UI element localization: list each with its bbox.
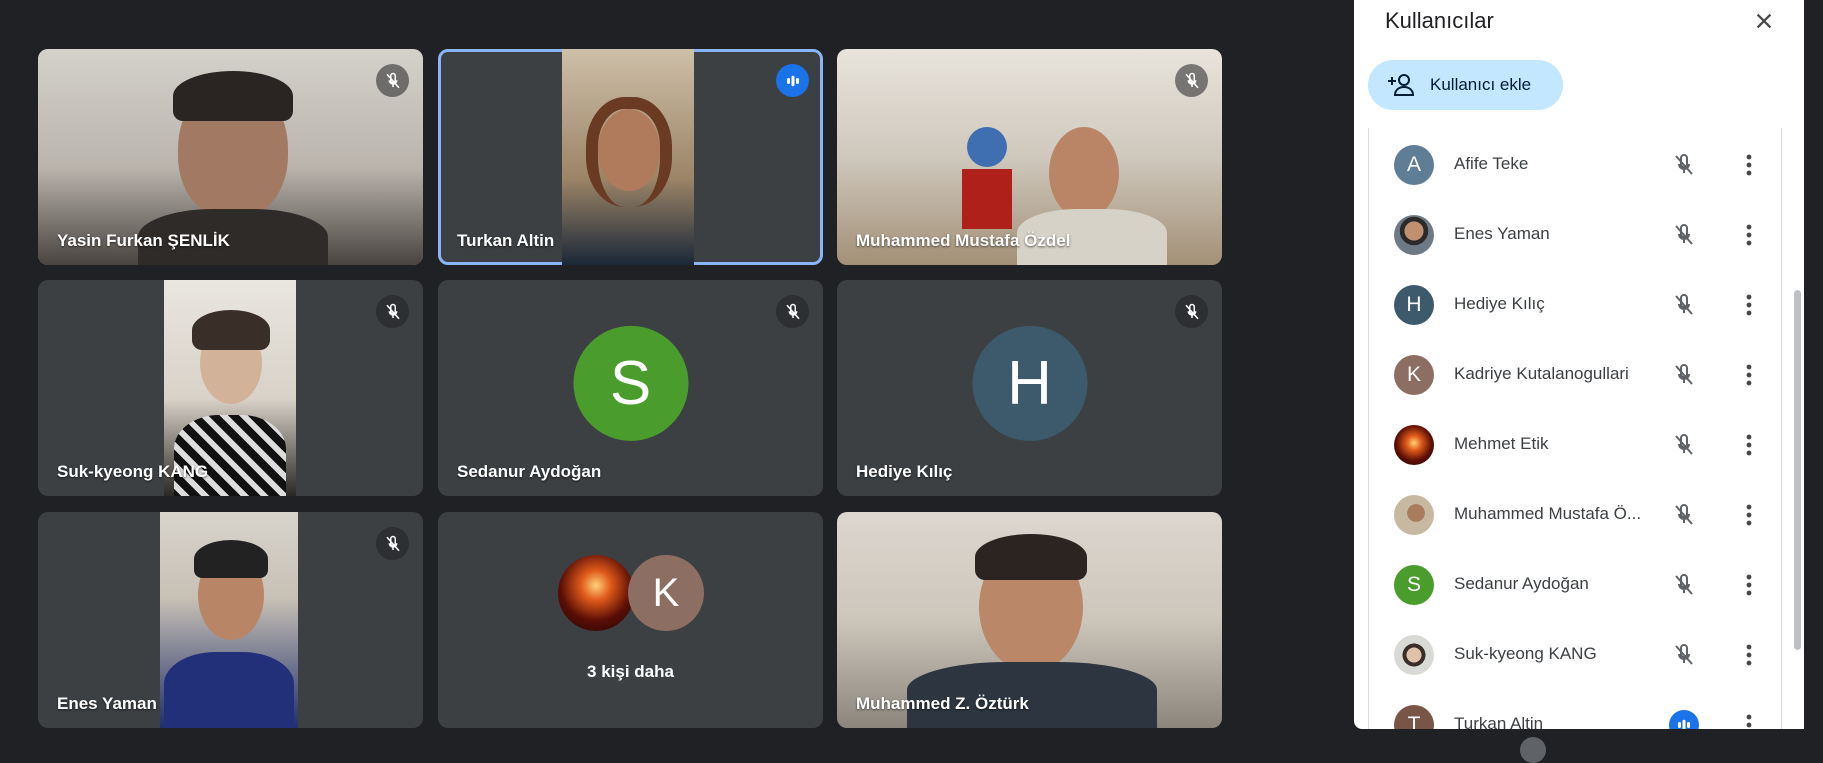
participant-name: Muhammed Z. Öztürk (856, 694, 1029, 713)
more-options-icon[interactable] (1734, 430, 1764, 460)
participant-name: Sedanur Aydoğan (1454, 574, 1589, 593)
list-item[interactable]: H Hediye Kılıç (1369, 268, 1781, 338)
avatar: T (1394, 705, 1434, 729)
avatar (1394, 425, 1434, 465)
mic-off-icon (376, 527, 409, 560)
collapse-handle[interactable] (1520, 737, 1546, 763)
tile-muhammed-z[interactable]: Muhammed Z. Öztürk (837, 512, 1222, 728)
mic-off-icon[interactable] (1669, 220, 1699, 250)
participant-name: Sedanur Aydoğan (457, 462, 602, 481)
participant-name: Hediye Kılıç (1454, 294, 1545, 313)
close-button[interactable] (1749, 6, 1779, 36)
add-person-icon (1388, 74, 1415, 96)
avatar (1394, 495, 1434, 535)
more-options-icon[interactable] (1734, 220, 1764, 250)
avatar: S (573, 325, 688, 441)
more-options-icon[interactable] (1734, 360, 1764, 390)
add-user-label: Kullanıcı ekle (1430, 75, 1532, 94)
video-feed (160, 512, 298, 728)
participant-name: Suk-kyeong KANG (1454, 644, 1597, 663)
more-options-icon[interactable] (1734, 710, 1764, 729)
avatar: H (972, 325, 1087, 441)
tile-enes-yaman[interactable]: Enes Yaman (38, 512, 423, 728)
list-item[interactable]: Muhammed Mustafa Ö... (1369, 478, 1781, 548)
more-options-icon[interactable] (1734, 570, 1764, 600)
add-user-button[interactable]: Kullanıcı ekle (1368, 60, 1563, 110)
more-options-icon[interactable] (1734, 640, 1764, 670)
list-item[interactable]: Suk-kyeong KANG (1369, 618, 1781, 688)
tile-yasin-furkan[interactable]: Yasin Furkan ŞENLİK (38, 49, 423, 265)
participant-name: Muhammed Mustafa Özdel (856, 231, 1071, 250)
mic-off-icon[interactable] (1669, 290, 1699, 320)
avatar: K (1394, 355, 1434, 395)
mic-off-icon[interactable] (1669, 150, 1699, 180)
participant-name: Turkan Altin (1454, 714, 1544, 729)
tile-muhammed-mustafa[interactable]: Muhammed Mustafa Özdel (837, 49, 1222, 265)
more-options-icon[interactable] (1734, 500, 1764, 530)
list-item[interactable]: Mehmet Etik (1369, 408, 1781, 478)
avatar (558, 555, 634, 631)
more-options-icon[interactable] (1734, 290, 1764, 320)
mic-off-icon (776, 295, 809, 328)
video-grid: Yasin Furkan ŞENLİK Turkan Altin Muhamme… (38, 49, 1223, 729)
close-icon (1756, 13, 1772, 29)
participants-panel: Kullanıcılar Kullanıcı ekle A Afife Teke… (1354, 0, 1804, 729)
avatar (1394, 215, 1434, 255)
avatar: K (628, 555, 704, 631)
tile-more-participants[interactable]: K 3 kişi daha (438, 512, 823, 728)
avatar: S (1394, 565, 1434, 605)
participant-name: Kadriye Kutalanogullari (1454, 364, 1629, 383)
tile-suk-kyeong[interactable]: Suk-kyeong KANG (38, 280, 423, 496)
tile-sedanur[interactable]: S Sedanur Aydoğan (438, 280, 823, 496)
participant-name: Enes Yaman (1454, 224, 1550, 243)
participant-name: Afife Teke (1454, 154, 1529, 173)
video-feed (562, 49, 694, 265)
speaking-indicator-icon (1669, 710, 1699, 729)
mic-off-icon[interactable] (1669, 640, 1699, 670)
mic-off-icon[interactable] (1669, 570, 1699, 600)
participant-list[interactable]: A Afife Teke Enes Yaman H Hediye Kılıç K… (1368, 128, 1782, 729)
participant-name: Suk-kyeong KANG (57, 462, 209, 481)
mic-off-icon (376, 295, 409, 328)
panel-title: Kullanıcılar (1385, 8, 1494, 33)
list-item[interactable]: K Kadriye Kutalanogullari (1369, 338, 1781, 408)
more-options-icon[interactable] (1734, 150, 1764, 180)
mic-off-icon[interactable] (1669, 430, 1699, 460)
tile-hediye[interactable]: H Hediye Kılıç (837, 280, 1222, 496)
mic-off-icon[interactable] (1669, 360, 1699, 390)
scrollbar[interactable] (1794, 290, 1801, 650)
mic-off-icon (1175, 295, 1208, 328)
list-item[interactable]: T Turkan Altin (1369, 688, 1781, 729)
mic-off-icon[interactable] (1669, 500, 1699, 530)
participant-name: Muhammed Mustafa Ö... (1454, 504, 1642, 523)
list-item[interactable]: S Sedanur Aydoğan (1369, 548, 1781, 618)
avatar: A (1394, 145, 1434, 185)
participant-name: Yasin Furkan ŞENLİK (57, 231, 230, 250)
participant-name: Hediye Kılıç (856, 462, 953, 481)
list-item[interactable]: A Afife Teke (1369, 128, 1781, 198)
participant-name: Mehmet Etik (1454, 434, 1549, 453)
speaking-indicator-icon (776, 64, 809, 97)
list-item[interactable]: Enes Yaman (1369, 198, 1781, 268)
mic-off-icon (376, 64, 409, 97)
tile-turkan-altin[interactable]: Turkan Altin (438, 49, 823, 265)
participant-name: Enes Yaman (57, 694, 157, 713)
participant-name: Turkan Altin (457, 231, 555, 250)
avatar: H (1394, 285, 1434, 325)
mic-off-icon (1175, 64, 1208, 97)
more-participants-label: 3 kişi daha (587, 662, 674, 681)
avatar (1394, 635, 1434, 675)
